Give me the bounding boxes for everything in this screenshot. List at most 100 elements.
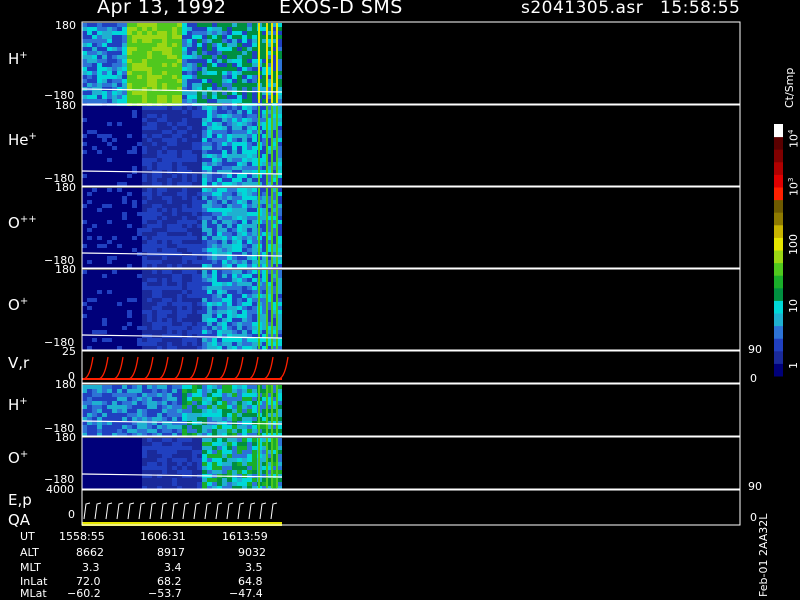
spectrogram-cell — [207, 278, 212, 282]
spectrogram-cell — [197, 405, 202, 409]
spectrogram-cell — [107, 126, 112, 130]
spectrogram-cell — [202, 67, 207, 71]
spectrogram-cell — [97, 59, 102, 63]
spectrogram-cell — [182, 330, 187, 334]
spectrogram-cell — [157, 114, 162, 118]
spectrogram-cell — [237, 298, 242, 302]
spectrogram-cell — [157, 425, 162, 429]
spectrogram-cell — [142, 466, 147, 470]
spectrogram-cell — [207, 470, 212, 474]
spectrogram-cell — [137, 208, 142, 212]
spectrogram-cell — [97, 405, 102, 409]
spectrogram-cell — [222, 118, 227, 122]
spectrogram-cell — [97, 286, 102, 290]
spectrogram-cell — [127, 478, 132, 482]
spectrogram-cell — [112, 298, 117, 302]
spectrogram-cell — [222, 385, 227, 389]
spectrogram-cell — [192, 264, 197, 268]
spectrogram-cell — [107, 106, 112, 110]
spectrogram-cell — [87, 204, 92, 208]
spectrogram-cell — [182, 35, 187, 39]
spectrogram-cell — [182, 425, 187, 429]
spectrogram-cell — [177, 91, 182, 95]
spectrogram-cell — [162, 270, 167, 274]
spectrogram-cell — [117, 134, 122, 138]
spectrogram-cell — [112, 417, 117, 421]
spectrogram-cell — [162, 282, 167, 286]
spectrogram-cell — [157, 67, 162, 71]
spectrogram-cell — [102, 322, 107, 326]
spectrogram-cell — [237, 256, 242, 260]
spectrogram-cell — [212, 240, 217, 244]
spectrogram-cell — [197, 236, 202, 240]
spectrogram-cell — [187, 27, 192, 31]
spectrogram-cell — [82, 322, 87, 326]
spectrogram-cell — [97, 326, 102, 330]
spectrogram-cell — [152, 438, 157, 442]
spectrogram-cell — [207, 220, 212, 224]
spectrogram-cell — [97, 39, 102, 43]
spectrogram-cell — [197, 322, 202, 326]
spectrogram-cell — [247, 142, 252, 146]
spectrogram-cell — [97, 429, 102, 433]
spectrogram-cell — [242, 256, 247, 260]
spectrogram-cell — [212, 236, 217, 240]
spectrogram-cell — [202, 122, 207, 126]
spectrogram-cell — [247, 182, 252, 186]
spectrogram-cell — [137, 150, 142, 154]
spectrogram-cell — [202, 442, 207, 446]
spectrogram-cell — [142, 458, 147, 462]
spectrogram-cell — [82, 200, 87, 204]
spectrogram-cell — [112, 31, 117, 35]
spectrogram-cell — [217, 286, 222, 290]
spectrogram-cell — [117, 302, 122, 306]
spectrogram-cell — [222, 130, 227, 134]
spectrogram-cell — [157, 150, 162, 154]
spectrogram-cell — [172, 470, 177, 474]
spectrogram-cell — [162, 478, 167, 482]
spectrogram-cell — [137, 466, 142, 470]
spectrogram-cell — [132, 385, 137, 389]
spectrogram-cell — [122, 244, 127, 248]
spectrogram-cell — [112, 23, 117, 27]
spectrogram-cell — [157, 413, 162, 417]
spectrogram-cell — [177, 216, 182, 220]
spectrogram-cell — [162, 298, 167, 302]
spectrogram-cell — [127, 228, 132, 232]
spectrogram-cell — [102, 212, 107, 216]
spectrogram-cell — [112, 310, 117, 314]
spectrogram-cell — [217, 256, 222, 260]
spectrogram-cell — [92, 442, 97, 446]
spectrogram-cell — [187, 99, 192, 103]
spectrogram-cell — [157, 146, 162, 150]
spectrogram-cell — [112, 413, 117, 417]
spectrogram-cell — [217, 417, 222, 421]
spectrogram-cell — [137, 114, 142, 118]
spectrogram-cell — [157, 244, 162, 248]
spectrogram-cell — [202, 55, 207, 59]
spectrogram-cell — [82, 405, 87, 409]
ytick-max-he: 180 — [55, 99, 76, 112]
spectrogram-cell — [127, 27, 132, 31]
spectrogram-cell — [237, 385, 242, 389]
spectrogram-cell — [242, 306, 247, 310]
spectrogram-cell — [247, 43, 252, 47]
spectrogram-cell — [242, 248, 247, 252]
spectrogram-cell — [132, 244, 137, 248]
spectrogram-cell — [172, 23, 177, 27]
spectrogram-cell — [202, 39, 207, 43]
spectrogram-cell — [252, 192, 257, 196]
spectrogram-cell — [227, 126, 232, 130]
spectrogram-cell — [132, 35, 137, 39]
spectrogram-cell — [132, 126, 137, 130]
spectrogram-cell — [167, 110, 172, 114]
spectrogram-cell — [247, 158, 252, 162]
spectrogram-cell — [147, 228, 152, 232]
spectrogram-cell — [147, 47, 152, 51]
spectrogram-cell — [217, 224, 222, 228]
spectrogram-cell — [92, 146, 97, 150]
spectrogram-cell — [227, 286, 232, 290]
spectrogram-cell — [87, 95, 92, 99]
spectrogram-cell — [167, 290, 172, 294]
spectrogram-cell — [212, 417, 217, 421]
